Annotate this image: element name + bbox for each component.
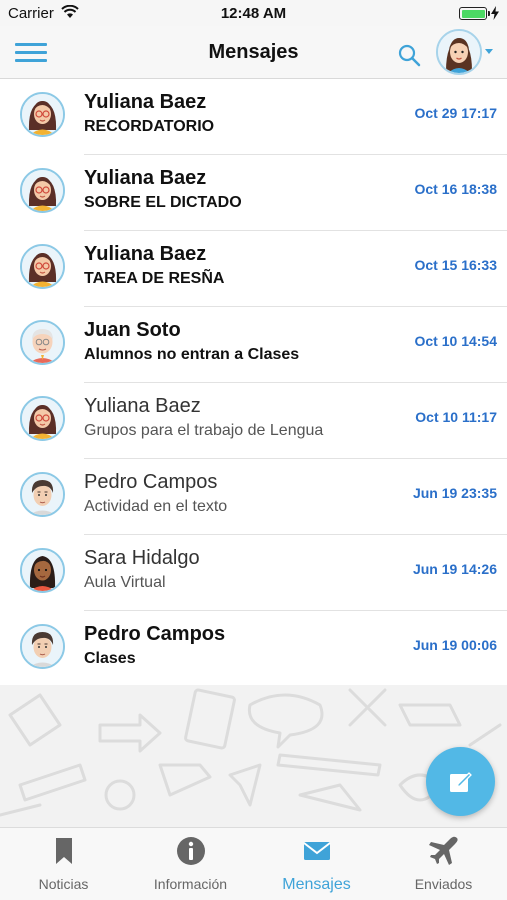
- message-date: Jun 19 00:06: [412, 637, 497, 653]
- message-sender: Pedro Campos: [84, 623, 226, 645]
- message-subject: Grupos para el trabajo de Lengua: [84, 422, 324, 439]
- message-row[interactable]: Yuliana Baez TAREA DE RESÑA Oct 15 16:33: [0, 231, 507, 307]
- message-subject: Aula Virtual: [84, 574, 166, 591]
- search-icon[interactable]: [397, 43, 421, 67]
- sender-avatar: [20, 548, 65, 593]
- background-pattern: [0, 685, 507, 827]
- message-sender: Yuliana Baez: [84, 243, 207, 265]
- message-date: Oct 16 18:38: [414, 181, 498, 197]
- doodle-pattern-icon: [0, 688, 502, 817]
- tab-noticias[interactable]: Noticias: [0, 828, 127, 900]
- tab-label-informacion: Información: [153, 876, 228, 892]
- message-subject: Actividad en el texto: [84, 498, 228, 515]
- message-sender: Yuliana Baez: [84, 167, 207, 189]
- tab-label-mensajes: Mensajes: [282, 876, 351, 893]
- message-row[interactable]: Yuliana Baez RECORDATORIO Oct 29 17:17: [0, 79, 507, 155]
- tab-enviados[interactable]: Enviados: [380, 828, 507, 900]
- message-date: Jun 19 23:35: [412, 485, 497, 501]
- message-sender: Yuliana Baez: [84, 395, 201, 417]
- bookmark-icon: [56, 838, 72, 864]
- message-row[interactable]: Yuliana Baez SOBRE EL DICTADO Oct 16 18:38: [0, 155, 507, 231]
- message-sender: Pedro Campos: [84, 471, 218, 493]
- message-date: Jun 19 14:26: [412, 561, 497, 577]
- message-row[interactable]: Juan Soto Alumnos no entran a Clases Oct 1…: [0, 307, 507, 383]
- sender-avatar: [20, 168, 65, 213]
- page-title: Mensajes: [208, 41, 299, 63]
- message-subject: Alumnos no entran a Clases: [84, 346, 300, 363]
- message-sender: Sara Hidalgo: [84, 547, 200, 569]
- chevron-down-icon[interactable]: [485, 49, 493, 54]
- message-date: Oct 15 16:33: [414, 257, 498, 273]
- tab-label-enviados: Enviados: [414, 876, 473, 892]
- user-avatar[interactable]: [436, 29, 482, 75]
- sender-avatar: [20, 396, 65, 441]
- message-date: Oct 10 14:54: [414, 333, 498, 349]
- status-bar: Carrier 12:48 AM: [0, 0, 507, 26]
- tab-mensajes[interactable]: Mensajes: [253, 828, 380, 900]
- navigation-bar: Mensajes: [0, 26, 507, 79]
- tab-bar: Noticias Información Mensajes Enviados: [0, 827, 507, 900]
- tab-label-noticias: Noticias: [38, 876, 89, 892]
- sender-avatar: [20, 472, 65, 517]
- message-row[interactable]: Pedro Campos Clases Jun 19 00:06: [0, 611, 507, 687]
- charging-icon: [491, 6, 499, 20]
- message-row[interactable]: Pedro Campos Actividad en el texto Jun 19 …: [0, 459, 507, 535]
- info-icon: [177, 837, 205, 865]
- message-sender: Yuliana Baez: [84, 91, 207, 113]
- battery-icon: [459, 7, 490, 20]
- message-sender: Juan Soto: [84, 319, 181, 341]
- airplane-icon: [429, 836, 458, 865]
- message-subject: RECORDATORIO: [84, 118, 215, 135]
- compose-button[interactable]: [426, 747, 495, 816]
- sender-avatar: [20, 92, 65, 137]
- message-subject: Clases: [84, 650, 136, 667]
- tab-informacion[interactable]: Información: [127, 828, 254, 900]
- envelope-icon: [303, 842, 331, 860]
- message-subject: TAREA DE RESÑA: [84, 270, 225, 287]
- message-subject: SOBRE EL DICTADO: [84, 194, 242, 211]
- sender-avatar: [20, 244, 65, 289]
- message-list: Yuliana Baez RECORDATORIO Oct 29 17:17 Yuli…: [0, 79, 507, 687]
- sender-avatar: [20, 320, 65, 365]
- message-date: Oct 10 11:17: [415, 409, 497, 425]
- message-date: Oct 29 17:17: [414, 105, 498, 121]
- message-row[interactable]: Yuliana Baez Grupos para el trabajo de Le…: [0, 383, 507, 459]
- clock: 12:48 AM: [220, 5, 287, 22]
- compose-icon: [450, 772, 472, 792]
- sender-avatar: [20, 624, 65, 669]
- message-row[interactable]: Sara Hidalgo Aula Virtual Jun 19 14:26: [0, 535, 507, 611]
